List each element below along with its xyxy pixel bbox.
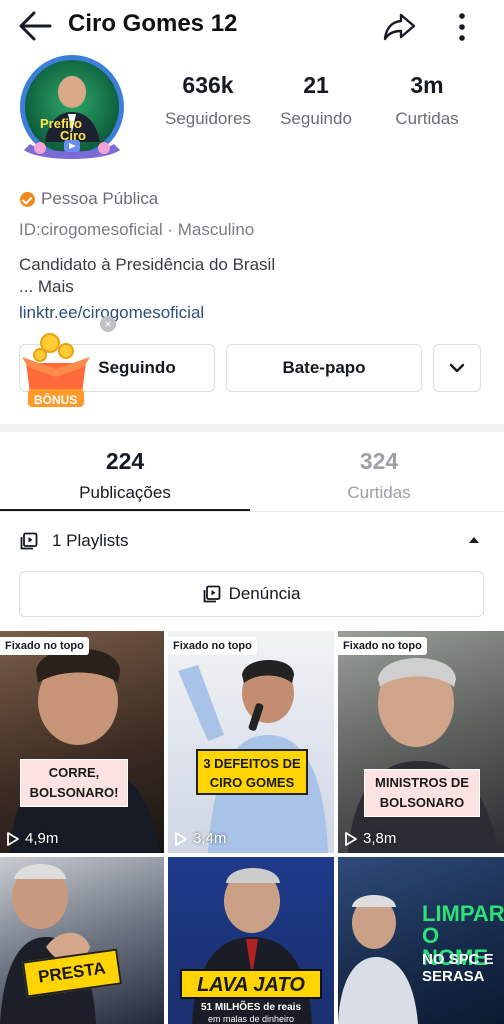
stat-likes[interactable]: 3m Curtidas	[369, 72, 485, 129]
video-caption: MINISTROS DE BOLSONARO	[364, 769, 480, 817]
publications-label: Publicações	[79, 483, 171, 502]
following-label: Seguindo	[280, 109, 352, 128]
top-bar: Ciro Gomes 12	[0, 0, 504, 52]
bio-text: Candidato à Presidência do Brasil	[19, 255, 276, 274]
report-button[interactable]: Denúncia	[19, 571, 484, 617]
followers-label: Seguidores	[164, 109, 251, 128]
close-icon[interactable]: ×	[100, 316, 116, 332]
likes-count: 3m	[410, 72, 444, 98]
video-subcaption: NO SPC E SERASA	[422, 951, 494, 985]
section-divider	[0, 424, 504, 432]
pinned-badge: Fixado no topo	[338, 637, 427, 655]
followers-count: 636k	[182, 72, 234, 98]
avatar-badge-text-2: Ciro	[60, 128, 86, 143]
video-caption: 3 DEFEITOS DE CIRO GOMES	[196, 749, 308, 795]
pinned-badge: Fixado no topo	[0, 637, 89, 655]
video-thumbnail[interactable]: Fixado no topo CORRE, BOLSONARO! 4,9m	[0, 631, 164, 853]
more-options-icon[interactable]	[448, 8, 476, 44]
back-arrow-icon[interactable]	[16, 8, 56, 44]
playlists-label: 1 Playlists	[52, 531, 129, 550]
chevron-down-icon	[449, 363, 465, 373]
view-count: 3,4m	[174, 830, 226, 847]
bonus-gift-widget[interactable]: BÔNUS	[20, 323, 92, 413]
publications-count: 224	[105, 448, 145, 474]
video-thumbnail[interactable]: Fixado no topo 3 DEFEITOS DE CIRO GOMES …	[168, 631, 334, 853]
video-thumbnail[interactable]: LAVA JATO 51 MILHÕES de reais em malas d…	[168, 857, 334, 1024]
play-icon	[175, 831, 187, 846]
liked-count: 324	[359, 448, 399, 474]
play-icon	[345, 831, 357, 846]
suggestions-toggle-button[interactable]	[433, 344, 481, 392]
video-thumbnail[interactable]: LIMPAR O NOME NO SPC E SERASA	[338, 857, 504, 1024]
bio: Candidato à Presidência do Brasil ... Ma…	[19, 254, 275, 298]
pinned-badge: Fixado no topo	[168, 637, 257, 655]
share-icon[interactable]	[380, 8, 420, 44]
video-thumbnail[interactable]: Fixado no topo MINISTROS DE BOLSONARO 3,…	[338, 631, 504, 853]
view-count: 4,9m	[6, 830, 58, 847]
liked-label: Curtidas	[347, 483, 411, 502]
playlists-row[interactable]: 1 Playlists	[0, 522, 504, 562]
view-count-text: 3,4m	[193, 830, 227, 847]
video-thumbnail[interactable]: PRESTA	[0, 857, 164, 1024]
report-icon	[203, 585, 220, 603]
likes-label: Curtidas	[395, 109, 459, 128]
stat-followers[interactable]: 636k Seguidores	[150, 72, 266, 129]
playlist-icon	[20, 532, 38, 550]
category-text: Pessoa Pública	[41, 189, 159, 208]
following-count: 21	[303, 72, 329, 98]
view-count-text: 3,8m	[363, 830, 397, 847]
stat-following[interactable]: 21 Seguindo	[258, 72, 374, 129]
bonus-label: BÔNUS	[34, 393, 78, 407]
page-title: Ciro Gomes 12	[68, 10, 238, 37]
bio-more-link[interactable]: ... Mais	[19, 276, 275, 298]
video-caption: CORRE, BOLSONARO!	[20, 759, 128, 807]
chat-button-label: Bate-papo	[282, 358, 366, 377]
verified-check-icon	[20, 191, 35, 207]
tab-liked[interactable]: 324 Curtidas	[254, 432, 504, 511]
view-count-text: 4,9m	[25, 830, 59, 847]
video-subcaption-2: em malas de dinheiro	[207, 1014, 295, 1024]
report-label: Denúncia	[228, 584, 301, 603]
profile-tabs: 224 Publicações 324 Curtidas	[0, 432, 504, 512]
view-count: 3,8m	[344, 830, 396, 847]
avatar[interactable]: Prefiro Ciro	[10, 52, 138, 170]
category-line: Pessoa Pública	[20, 189, 158, 209]
video-grid: Fixado no topo CORRE, BOLSONARO! 4,9m Fi…	[0, 631, 504, 1024]
profile-stats: 636k Seguidores 21 Seguindo 3m Curtidas	[150, 72, 500, 142]
tab-publications[interactable]: 224 Publicações	[0, 432, 250, 511]
play-icon	[7, 831, 19, 846]
video-subcaption: 51 MILHÕES de reais	[200, 1002, 302, 1013]
following-button-label: Seguindo	[98, 358, 176, 377]
video-caption: LAVA JATO	[180, 969, 322, 999]
chat-button[interactable]: Bate-papo	[226, 344, 422, 392]
user-id-line: ID:cirogomesoficial · Masculino	[19, 220, 255, 239]
chevron-up-icon[interactable]	[466, 532, 482, 548]
